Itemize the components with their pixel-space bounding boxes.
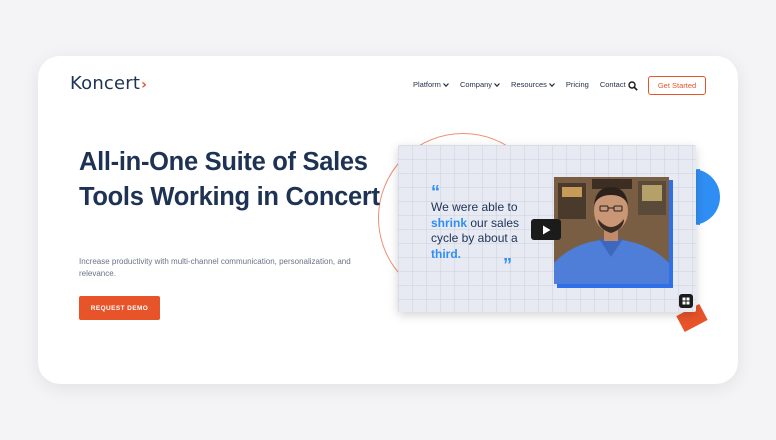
nav-item-resources[interactable]: Resources <box>511 80 555 89</box>
play-button[interactable] <box>531 219 561 240</box>
hero-subtext: Increase productivity with multi-channel… <box>79 257 351 278</box>
nav-item-pricing[interactable]: Pricing <box>566 80 589 89</box>
quote-close-icon: ” <box>503 255 512 275</box>
chevron-down-icon <box>442 82 449 87</box>
speaker-illustration <box>554 177 669 284</box>
quote-highlight: shrink <box>431 215 468 230</box>
nav-item-contact[interactable]: Contact <box>600 80 626 89</box>
play-icon <box>542 225 550 234</box>
hero-card: Koncert› Platform Company Resources Pric… <box>38 56 738 384</box>
nav-item-label: Contact <box>599 80 626 89</box>
quote-open-icon: “ <box>431 182 440 202</box>
request-demo-button[interactable]: REQUEST DEMO <box>79 296 160 320</box>
chevron-down-icon <box>494 82 500 87</box>
logo[interactable]: Koncert› <box>70 73 147 94</box>
grid-icon-glyph <box>682 297 690 305</box>
video-quote: We were able to shrink our sales cycle b… <box>431 200 531 262</box>
chevron-down-icon <box>548 82 555 87</box>
get-started-button[interactable]: Get Started <box>648 76 706 95</box>
nav-item-label: Pricing <box>565 80 589 89</box>
testimonial-video[interactable]: “ We were able to shrink our sales cycle… <box>398 145 696 312</box>
nav-item-label: Resources <box>511 80 547 89</box>
nav-item-label: Company <box>459 80 493 89</box>
nav-item-platform[interactable]: Platform <box>413 80 449 89</box>
speaker-photo <box>554 177 669 284</box>
hero-headline: All-in-One Suite of Sales Tools Working … <box>79 148 380 211</box>
logo-chevron: › <box>141 77 148 93</box>
nav-item-label: Platform <box>413 80 441 89</box>
quote-part: We were able to <box>431 200 518 214</box>
grid-icon[interactable] <box>679 294 693 308</box>
search-icon[interactable] <box>628 81 638 91</box>
main-nav: Platform Company Resources Pricing Conta… <box>413 80 637 89</box>
quote-highlight: third. <box>431 246 461 261</box>
logo-text: Koncert <box>70 73 141 94</box>
nav-item-company[interactable]: Company <box>460 80 500 89</box>
